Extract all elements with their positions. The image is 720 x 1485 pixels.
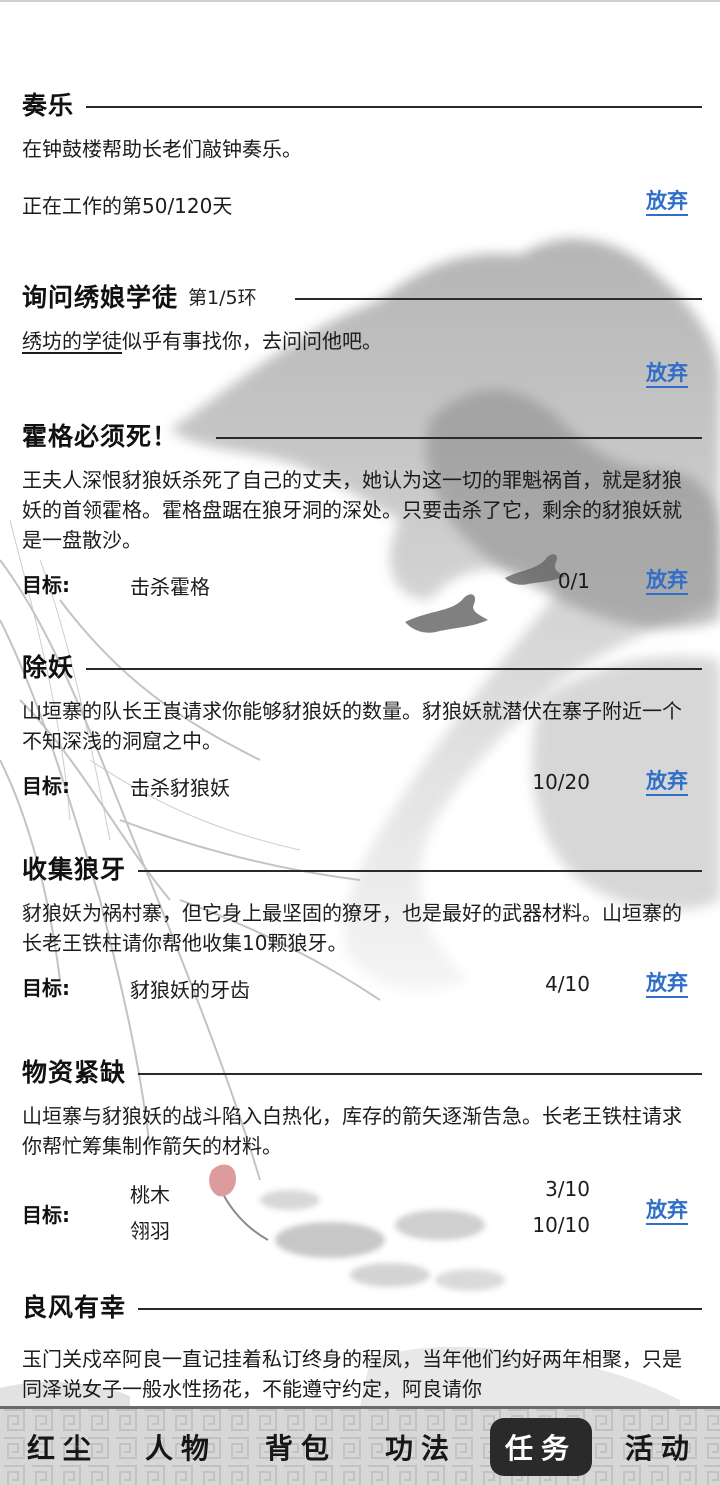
- quest-card: 询问绣娘学徒 第1/5环 绣坊的学徒似乎有事找你，去问问他吧。 放弃: [22, 276, 702, 396]
- target-count: 4/10: [545, 972, 590, 996]
- quest-header: 物资紧缺: [22, 1051, 702, 1091]
- header-rule: [138, 870, 702, 872]
- quest-description: 在钟鼓楼帮助长老们敲钟奏乐。: [22, 137, 302, 161]
- quest-card: 霍格必须死！ 王夫人深恨豺狼妖杀死了自己的丈夫，她认为这一切的罪魁祸首，就是豺狼…: [22, 415, 702, 603]
- quest-target-row: 目标: 桃木 翎羽 3/10 10/10 放弃: [22, 1173, 702, 1249]
- abandon-button[interactable]: 放弃: [646, 188, 688, 216]
- quest-header: 收集狼牙: [22, 848, 702, 888]
- target-label: 目标:: [22, 774, 70, 798]
- target-name: 桃木: [130, 1183, 170, 1207]
- quest-header: 奏乐: [22, 84, 702, 124]
- target-label: 目标:: [22, 976, 70, 1000]
- abandon-button[interactable]: 放弃: [646, 768, 688, 796]
- target-label: 目标:: [22, 573, 70, 597]
- nav-tab-skills[interactable]: 功法: [366, 1420, 476, 1474]
- nav-tab-character[interactable]: 人物: [126, 1420, 236, 1474]
- nav-tab-inventory[interactable]: 背包: [246, 1420, 356, 1474]
- bottom-nav: 红尘 人物 背包 功法 任务 活动: [0, 1406, 720, 1485]
- quest-target-row: 目标: 击杀霍格 0/1 放弃: [22, 563, 702, 603]
- quest-card: 收集狼牙 豺狼妖为祸村寨，但它身上最坚固的獠牙，也是最好的武器材料。山垣寨的长老…: [22, 848, 702, 1006]
- quest-header: 除妖: [22, 646, 702, 686]
- target-count: 3/10: [545, 1177, 590, 1201]
- quest-description: 王夫人深恨豺狼妖杀死了自己的丈夫，她认为这一切的罪魁祸首，就是豺狼妖的首领霍格。…: [22, 468, 682, 552]
- target-name: 击杀霍格: [130, 575, 210, 599]
- quest-description: 山垣寨与豺狼妖的战斗陷入白热化，库存的箭矢逐渐告急。长老王铁柱请求你帮忙筹集制作…: [22, 1104, 682, 1158]
- target-name: 豺狼妖的牙齿: [130, 978, 250, 1002]
- target-count: 10/20: [532, 770, 590, 794]
- quest-progress-row: 放弃: [22, 356, 702, 396]
- abandon-button[interactable]: 放弃: [646, 970, 688, 998]
- quest-target-row: 目标: 击杀豺狼妖 10/20 放弃: [22, 764, 702, 804]
- quest-title: 奏乐: [22, 91, 75, 120]
- header-rule: [216, 437, 702, 439]
- quest-description: 绣坊的学徒似乎有事找你，去问问他吧。: [22, 326, 698, 356]
- npc-link[interactable]: 绣坊的学徒: [22, 329, 122, 353]
- abandon-button[interactable]: 放弃: [646, 567, 688, 595]
- header-rule: [138, 1308, 702, 1310]
- quest-description: 豺狼妖为祸村寨，但它身上最坚固的獠牙，也是最好的武器材料。山垣寨的长老王铁柱请你…: [22, 901, 682, 955]
- quest-progress-row: 正在工作的第50/120天 放弃: [22, 184, 702, 224]
- target-name: 击杀豺狼妖: [130, 776, 230, 800]
- quest-title: 物资紧缺: [22, 1058, 127, 1087]
- nav-tab-hongchen[interactable]: 红尘: [8, 1420, 118, 1474]
- quest-card: 除妖 山垣寨的队长王崀请求你能够豺狼妖的数量。豺狼妖就潜伏在寨子附近一个不知深浅…: [22, 646, 702, 804]
- description-text: 似乎有事找你，去问问他吧。: [122, 329, 382, 353]
- nav-tab-quests[interactable]: 任务: [486, 1420, 596, 1474]
- quest-title: 霍格必须死！: [22, 422, 179, 451]
- header-rule: [294, 298, 702, 300]
- abandon-button[interactable]: 放弃: [646, 360, 688, 388]
- header-rule: [86, 668, 702, 670]
- header-rule: [138, 1073, 702, 1075]
- quest-header: 良风有幸: [22, 1286, 702, 1326]
- target-count: 10/10: [532, 1213, 590, 1237]
- target-name: 翎羽: [130, 1219, 170, 1243]
- quest-round: 第1/5环: [188, 286, 257, 309]
- quest-header: 询问绣娘学徒 第1/5环: [22, 276, 702, 316]
- quest-title: 除妖: [22, 653, 75, 682]
- quest-header: 霍格必须死！: [22, 415, 702, 455]
- quest-card: 良风有幸 玉门关戍卒阿良一直记挂着私订终身的程凤，当年他们约好两年相聚，只是同泽…: [22, 1286, 702, 1404]
- quest-title: 良风有幸: [22, 1293, 127, 1322]
- quest-title: 收集狼牙: [22, 855, 127, 884]
- quest-progress-text: 正在工作的第50/120天: [22, 194, 233, 218]
- nav-tab-events[interactable]: 活动: [606, 1420, 716, 1474]
- top-divider: [0, 0, 720, 2]
- target-label: 目标:: [22, 1203, 70, 1227]
- quest-title: 询问绣娘学徒: [22, 283, 179, 312]
- quest-target-row: 目标: 豺狼妖的牙齿 4/10 放弃: [22, 966, 702, 1006]
- quest-card: 奏乐 在钟鼓楼帮助长老们敲钟奏乐。 正在工作的第50/120天 放弃: [22, 84, 702, 224]
- abandon-button[interactable]: 放弃: [646, 1197, 688, 1225]
- quest-description: 玉门关戍卒阿良一直记挂着私订终身的程凤，当年他们约好两年相聚，只是同泽说女子一般…: [22, 1347, 682, 1401]
- quest-card: 物资紧缺 山垣寨与豺狼妖的战斗陷入白热化，库存的箭矢逐渐告急。长老王铁柱请求你帮…: [22, 1051, 702, 1249]
- target-count: 0/1: [557, 569, 590, 593]
- quest-description: 山垣寨的队长王崀请求你能够豺狼妖的数量。豺狼妖就潜伏在寨子附近一个不知深浅的洞窟…: [22, 699, 682, 753]
- header-rule: [86, 106, 702, 108]
